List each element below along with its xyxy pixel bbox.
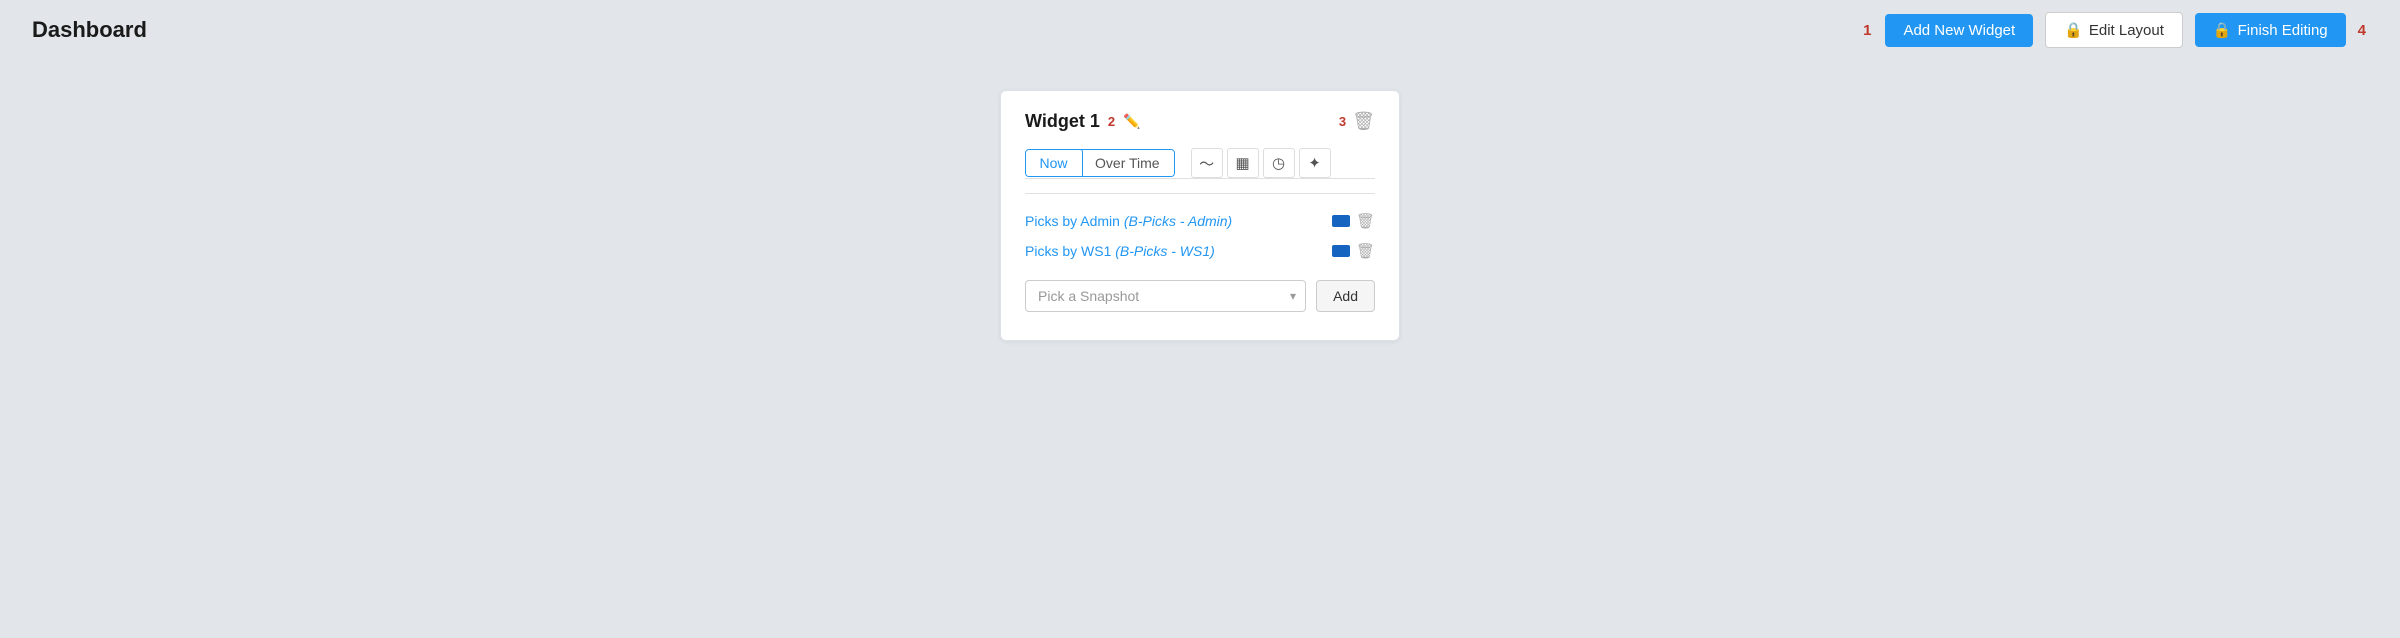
- snapshot-row-1: Picks by Admin (B-Picks - Admin) 🗑: [1025, 206, 1375, 236]
- snapshot-link-1-prefix: Picks by Admin: [1025, 213, 1124, 229]
- divider: [1025, 193, 1375, 194]
- page-title: Dashboard: [32, 17, 147, 43]
- snapshot-1-actions: 🗑: [1332, 212, 1375, 230]
- tab-group: Now Over Time: [1025, 149, 1175, 177]
- tab-over-time[interactable]: Over Time: [1081, 150, 1174, 176]
- lock-icon-finish: 🔒: [2213, 21, 2232, 39]
- snapshot-row-2: Picks by WS1 (B-Picks - WS1) 🗑: [1025, 236, 1375, 266]
- snapshot-link-2-prefix: Picks by WS1: [1025, 243, 1115, 259]
- snapshot-picker-row: Pick a Snapshot ▾ Add: [1025, 280, 1375, 312]
- header: Dashboard 1 Add New Widget 🔒 Edit Layout…: [0, 0, 2400, 60]
- widget-title: Widget 1: [1025, 111, 1100, 132]
- line-chart-icon: 〜: [1199, 153, 1214, 174]
- clock-icon: ◷: [1272, 154, 1285, 172]
- edit-layout-button[interactable]: 🔒 Edit Layout: [2045, 12, 2183, 48]
- snapshot-select[interactable]: Pick a Snapshot: [1025, 280, 1306, 312]
- color-swatch-1[interactable]: [1332, 215, 1350, 227]
- main-content: Widget 1 2 ✏️ 3 🗑 Now Over Time 〜 ▦: [0, 60, 2400, 341]
- badge-4: 4: [2358, 22, 2366, 39]
- snapshot-link-2[interactable]: Picks by WS1 (B-Picks - WS1): [1025, 243, 1215, 259]
- settings-icon: ✦: [1308, 154, 1321, 172]
- chart-icons: 〜 ▦ ◷ ✦: [1191, 148, 1331, 178]
- pencil-icon[interactable]: ✏️: [1123, 113, 1140, 130]
- snapshot-link-1-italic: (B-Picks - Admin): [1124, 213, 1232, 229]
- delete-widget-button[interactable]: 🗑: [1352, 111, 1375, 132]
- badge-3: 3: [1339, 114, 1346, 129]
- delete-snapshot-1-button[interactable]: 🗑: [1356, 212, 1375, 230]
- line-chart-icon-button[interactable]: 〜: [1191, 148, 1223, 178]
- badge-1: 1: [1863, 22, 1871, 39]
- widget-card: Widget 1 2 ✏️ 3 🗑 Now Over Time 〜 ▦: [1000, 90, 1400, 341]
- snapshot-2-actions: 🗑: [1332, 242, 1375, 260]
- bar-chart-icon: ▦: [1236, 154, 1250, 172]
- finish-editing-button[interactable]: 🔒 Finish Editing: [2195, 13, 2346, 47]
- tab-bar: Now Over Time 〜 ▦ ◷ ✦: [1025, 148, 1375, 179]
- widget-title-area: Widget 1 2 ✏️: [1025, 111, 1141, 132]
- add-snapshot-button[interactable]: Add: [1316, 280, 1375, 312]
- color-swatch-2[interactable]: [1332, 245, 1350, 257]
- snapshot-select-wrapper: Pick a Snapshot ▾: [1025, 280, 1306, 312]
- add-new-widget-button[interactable]: Add New Widget: [1885, 14, 2033, 47]
- delete-snapshot-2-button[interactable]: 🗑: [1356, 242, 1375, 260]
- snapshot-link-1[interactable]: Picks by Admin (B-Picks - Admin): [1025, 213, 1232, 229]
- bar-chart-icon-button[interactable]: ▦: [1227, 148, 1259, 178]
- header-actions: 1 Add New Widget 🔒 Edit Layout 🔒 Finish …: [1863, 12, 2368, 48]
- settings-icon-button[interactable]: ✦: [1299, 148, 1331, 178]
- tab-now[interactable]: Now: [1025, 149, 1083, 177]
- badge-2: 2: [1108, 115, 1115, 128]
- clock-icon-button[interactable]: ◷: [1263, 148, 1295, 178]
- lock-icon: 🔒: [2064, 21, 2083, 39]
- snapshot-link-2-italic: (B-Picks - WS1): [1115, 243, 1215, 259]
- widget-header: Widget 1 2 ✏️ 3 🗑: [1025, 111, 1375, 132]
